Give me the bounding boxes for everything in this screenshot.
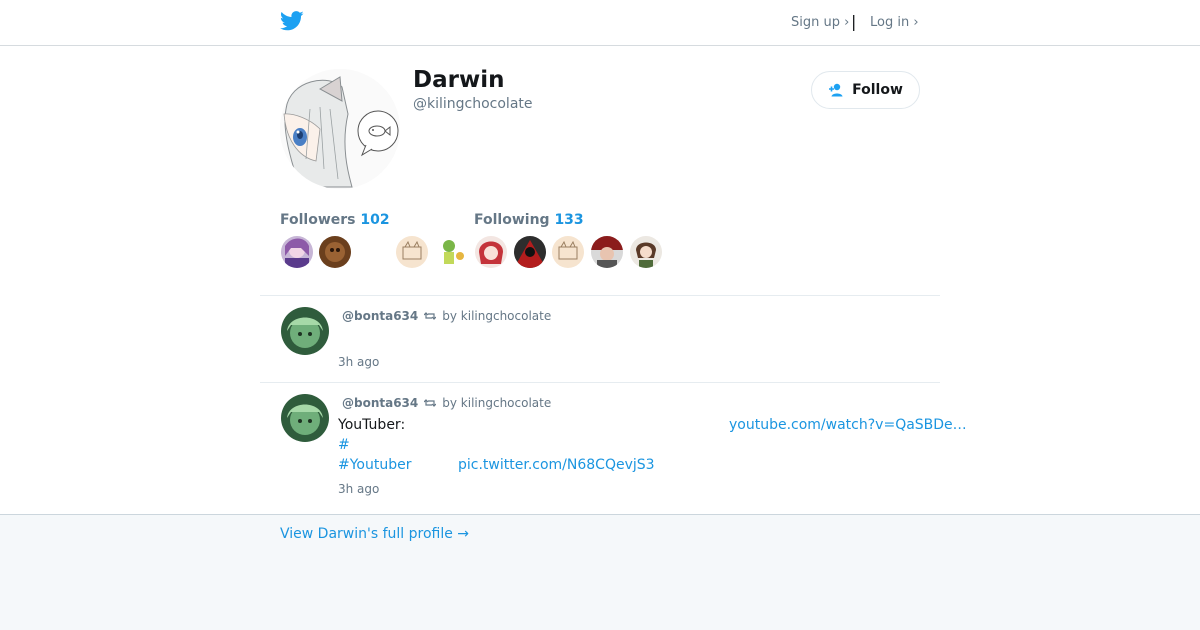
tweet-username[interactable]: @bonta634 [342,309,418,323]
follower-avatar[interactable] [281,236,313,268]
followers-stat[interactable]: Followers 102 [280,212,390,228]
following-avatar[interactable] [475,236,507,268]
twitter-bird-icon[interactable] [280,11,304,31]
profile-handle: @kilingchocolate [413,96,533,112]
tweet-avatar[interactable] [281,307,329,355]
add-user-icon [829,83,843,97]
hashtag-youtuber-link[interactable]: #Youtuber [338,457,411,473]
follow-button-label: Follow [852,82,903,98]
follower-avatar[interactable] [319,236,351,268]
following-avatar[interactable] [630,236,662,268]
retweet-icon [424,312,437,320]
login-link[interactable]: Log in › [870,15,919,30]
following-avatar[interactable] [552,236,584,268]
tweet-meta: @bonta634 by kilingchocolate [342,309,551,323]
retweet-by: by kilingchocolate [442,309,552,323]
pic-link[interactable]: pic.twitter.com/N68CQevjS3 [458,457,655,473]
profile-avatar[interactable] [280,69,400,189]
followers-count: 102 [360,212,390,228]
follower-avatar[interactable] [396,236,428,268]
hashtag-link[interactable]: # [338,437,350,453]
top-bar: Sign up › | Log in › [0,0,1200,46]
full-profile-link[interactable]: View Darwin's full profile → [280,526,469,542]
divider [260,295,940,296]
tweet-timestamp[interactable]: 3h ago [338,355,379,369]
followers-label: Followers [280,212,356,228]
following-label: Following [474,212,550,228]
tweet-meta: @bonta634 by kilingchocolate [342,396,551,410]
tweet-text: YouTuber: [338,417,406,433]
follow-button[interactable]: Follow [811,71,920,109]
footer: View Darwin's full profile → [0,514,1200,630]
retweet-by: by kilingchocolate [442,396,552,410]
following-stat[interactable]: Following 133 [474,212,584,228]
following-avatar[interactable] [591,236,623,268]
follower-avatar[interactable] [435,236,467,268]
divider [260,382,940,383]
tweet-timestamp[interactable]: 3h ago [338,482,379,496]
tweet-username[interactable]: @bonta634 [342,396,418,410]
signup-link[interactable]: Sign up › [791,15,849,30]
tweet-avatar[interactable] [281,394,329,442]
following-avatar[interactable] [514,236,546,268]
display-name: Darwin [413,67,505,93]
nav-separator: | [851,12,857,31]
following-count: 133 [554,212,584,228]
youtube-link[interactable]: youtube.com/watch?v=QaSBDe… [729,417,967,433]
retweet-icon [424,399,437,407]
